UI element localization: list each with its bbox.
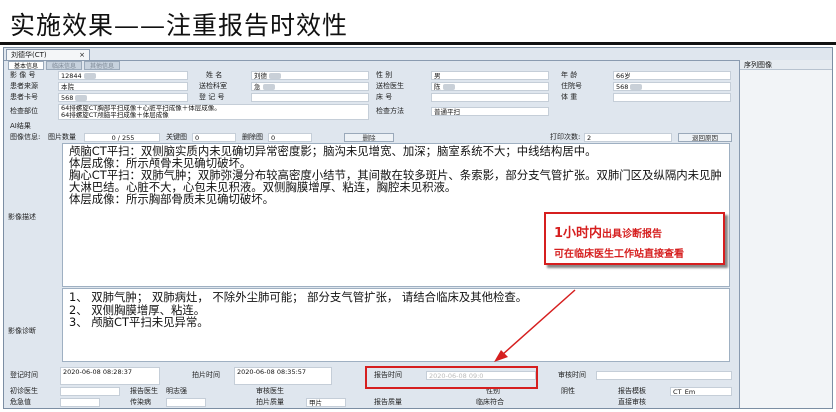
report-time-highlight [365,366,538,389]
callout-line-1-rest: 出具诊断报告 [602,229,663,240]
callout-arrow-line [501,289,576,356]
callout-line-2: 可在临床医生工作站直接查看 [554,249,684,260]
timeliness-callout: 1小时内出具诊断报告 可在临床医生工作站直接查看 [544,212,725,265]
callout-emphasis: 1小时内 [554,226,603,241]
callout-arrow [494,289,576,362]
callout-line-1: 1小时内出具诊断报告 [554,222,662,241]
